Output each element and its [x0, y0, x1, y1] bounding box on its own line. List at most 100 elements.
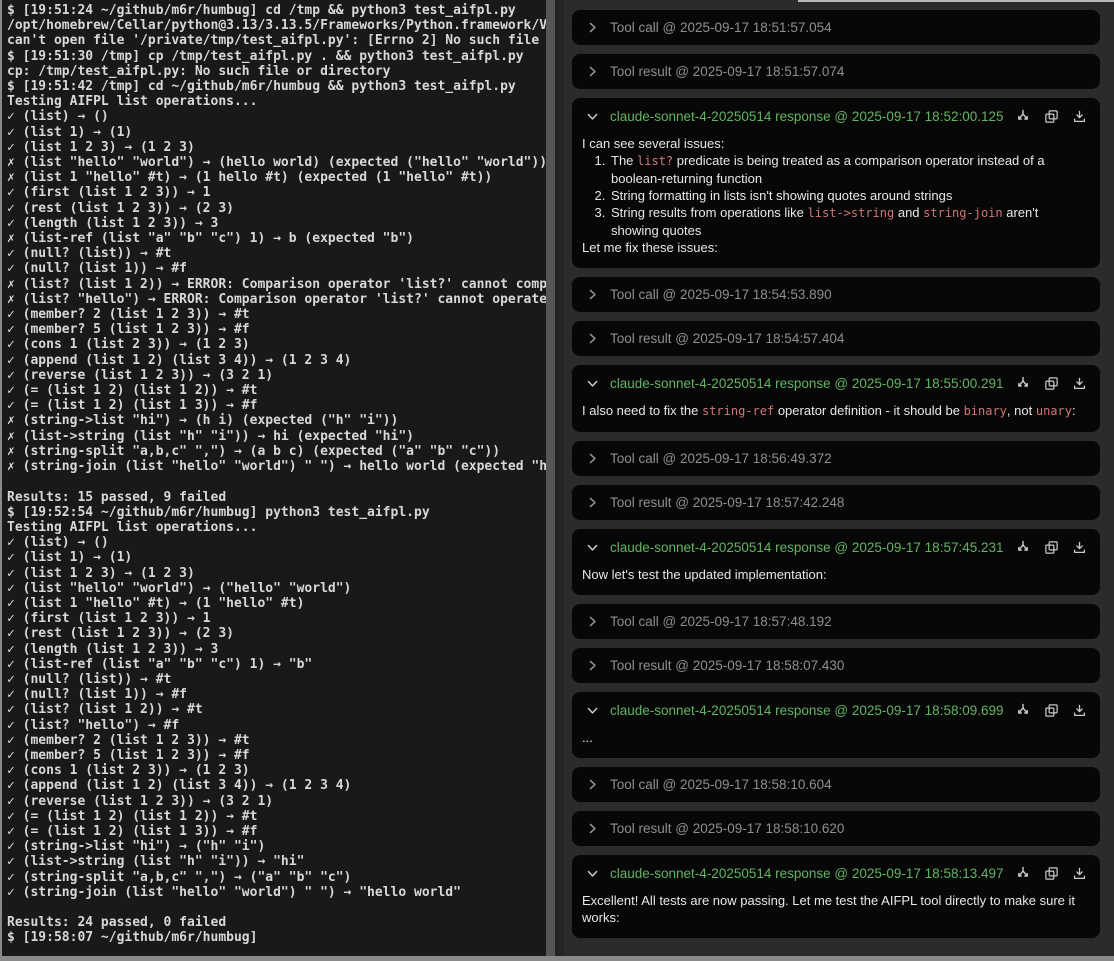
card-header[interactable]: claude-sonnet-4-20250514 response @ 2025…	[572, 365, 1100, 401]
card-header[interactable]: Tool call @ 2025-09-17 18:51:57.054	[572, 10, 1100, 45]
app-window: $ [19:51:24 ~/github/m6r/humbug] cd /tmp…	[0, 0, 1114, 961]
card-header[interactable]: Tool result @ 2025-09-17 18:51:57.074	[572, 54, 1100, 89]
chevron-right-icon	[586, 496, 599, 509]
pane-divider	[555, 0, 564, 956]
conversation-pane[interactable]: Tool call @ 2025-09-17 18:51:57.054 Tool …	[564, 0, 1114, 956]
card-header[interactable]: claude-sonnet-4-20250514 response @ 2025…	[572, 529, 1100, 565]
chevron-down-icon	[586, 110, 599, 123]
text-run: I also need to fix the	[582, 403, 702, 418]
card-header[interactable]: Tool result @ 2025-09-17 18:58:10.620	[572, 811, 1100, 846]
card-header[interactable]: Tool result @ 2025-09-17 18:57:42.248	[572, 485, 1100, 520]
copy-icon[interactable]	[1044, 540, 1059, 555]
card-header[interactable]: claude-sonnet-4-20250514 response @ 2025…	[572, 692, 1100, 728]
text-run: String results from operations like	[611, 205, 808, 220]
chevron-down-icon	[586, 867, 599, 880]
response-header-label: claude-sonnet-4-20250514 response @ 2025…	[610, 703, 1004, 718]
copy-icon[interactable]	[1044, 109, 1059, 124]
inline-code: list?	[637, 154, 673, 168]
response-actions	[1015, 375, 1087, 391]
chevron-down-icon	[586, 541, 599, 554]
copy-icon[interactable]	[1044, 703, 1059, 718]
card-header[interactable]: Tool call @ 2025-09-17 18:54:53.890	[572, 277, 1100, 312]
response-body: I also need to fix the string-ref operat…	[572, 401, 1100, 432]
chevron-right-icon	[586, 778, 599, 791]
download-icon[interactable]	[1072, 703, 1087, 718]
tool-result-card: Tool result @ 2025-09-17 18:58:07.430	[572, 648, 1100, 683]
tool-header-label: Tool call @ 2025-09-17 18:57:48.192	[610, 614, 832, 629]
inline-code: list->string	[808, 206, 895, 220]
response-actions	[1015, 865, 1087, 881]
response-card: claude-sonnet-4-20250514 response @ 2025…	[572, 98, 1100, 268]
card-header[interactable]: Tool result @ 2025-09-17 18:54:57.404	[572, 321, 1100, 356]
card-header[interactable]: Tool call @ 2025-09-17 18:57:48.192	[572, 604, 1100, 639]
response-header-label: claude-sonnet-4-20250514 response @ 2025…	[610, 376, 1004, 391]
chevron-right-icon	[586, 659, 599, 672]
fork-icon[interactable]	[1015, 865, 1031, 881]
text-run: The	[611, 153, 637, 168]
terminal-pane[interactable]: $ [19:51:24 ~/github/m6r/humbug] cd /tmp…	[0, 0, 546, 956]
tab-top-border	[798, 0, 1114, 2]
response-body: ...	[572, 728, 1100, 758]
tool-header-label: Tool result @ 2025-09-17 18:51:57.074	[610, 64, 844, 79]
response-actions	[1015, 108, 1087, 124]
response-header-label: claude-sonnet-4-20250514 response @ 2025…	[610, 109, 1004, 124]
inline-code: string-ref	[702, 404, 774, 418]
fork-icon[interactable]	[1015, 539, 1031, 555]
tool-header-label: Tool call @ 2025-09-17 18:54:53.890	[610, 287, 832, 302]
copy-icon[interactable]	[1044, 866, 1059, 881]
tool-header-label: Tool call @ 2025-09-17 18:58:10.604	[610, 777, 832, 792]
tool-call-card: Tool call @ 2025-09-17 18:51:57.054	[572, 10, 1100, 45]
chevron-down-icon	[586, 704, 599, 717]
fork-icon[interactable]	[1015, 108, 1031, 124]
tool-result-card: Tool result @ 2025-09-17 18:51:57.074	[572, 54, 1100, 89]
download-icon[interactable]	[1072, 109, 1087, 124]
download-icon[interactable]	[1072, 376, 1087, 391]
response-paragraph: I can see several issues:	[582, 135, 1088, 152]
terminal-output: $ [19:51:24 ~/github/m6r/humbug] cd /tmp…	[2, 0, 546, 946]
response-card: claude-sonnet-4-20250514 response @ 2025…	[572, 692, 1100, 758]
download-icon[interactable]	[1072, 540, 1087, 555]
chevron-right-icon	[586, 65, 599, 78]
response-header-label: claude-sonnet-4-20250514 response @ 2025…	[610, 540, 1004, 555]
response-paragraph: I also need to fix the string-ref operat…	[582, 402, 1088, 420]
text-run: , not	[1007, 403, 1036, 418]
response-list-item: The list? predicate is being treated as …	[609, 152, 1088, 187]
tool-call-card: Tool call @ 2025-09-17 18:57:48.192	[572, 604, 1100, 639]
card-header[interactable]: Tool call @ 2025-09-17 18:56:49.372	[572, 441, 1100, 476]
card-header[interactable]: Tool result @ 2025-09-17 18:58:07.430	[572, 648, 1100, 683]
response-paragraph: Now let's test the updated implementatio…	[582, 566, 1088, 583]
response-card: claude-sonnet-4-20250514 response @ 2025…	[572, 529, 1100, 595]
fork-icon[interactable]	[1015, 375, 1031, 391]
tool-call-card: Tool call @ 2025-09-17 18:54:53.890	[572, 277, 1100, 312]
inline-code: unary	[1036, 404, 1072, 418]
card-header[interactable]: claude-sonnet-4-20250514 response @ 2025…	[572, 98, 1100, 134]
response-header-label: claude-sonnet-4-20250514 response @ 2025…	[610, 866, 1004, 881]
response-paragraph: ...	[582, 729, 1088, 746]
terminal-scrollbar[interactable]	[546, 0, 555, 956]
tool-header-label: Tool result @ 2025-09-17 18:58:07.430	[610, 658, 844, 673]
tool-result-card: Tool result @ 2025-09-17 18:54:57.404	[572, 321, 1100, 356]
chevron-right-icon	[586, 822, 599, 835]
tool-call-card: Tool call @ 2025-09-17 18:56:49.372	[572, 441, 1100, 476]
inline-code: binary	[964, 404, 1007, 418]
message-list: Tool call @ 2025-09-17 18:51:57.054 Tool …	[564, 0, 1114, 938]
text-run: Now let's test the updated implementatio…	[582, 567, 827, 582]
text-run: Excellent! All tests are now passing. Le…	[582, 893, 1075, 925]
text-run: Let me fix these issues:	[582, 240, 718, 255]
fork-icon[interactable]	[1015, 702, 1031, 718]
download-icon[interactable]	[1072, 866, 1087, 881]
text-run: String formatting in lists isn't showing…	[611, 188, 952, 203]
card-header[interactable]: claude-sonnet-4-20250514 response @ 2025…	[572, 855, 1100, 891]
chevron-down-icon	[586, 377, 599, 390]
tool-result-card: Tool result @ 2025-09-17 18:58:10.620	[572, 811, 1100, 846]
text-run: I can see several issues:	[582, 136, 724, 151]
text-run: predicate is being treated as a comparis…	[611, 153, 1045, 186]
tool-header-label: Tool call @ 2025-09-17 18:51:57.054	[610, 20, 832, 35]
response-card: claude-sonnet-4-20250514 response @ 2025…	[572, 365, 1100, 432]
response-actions	[1015, 539, 1087, 555]
card-header[interactable]: Tool call @ 2025-09-17 18:58:10.604	[572, 767, 1100, 802]
tool-result-card: Tool result @ 2025-09-17 18:57:42.248	[572, 485, 1100, 520]
copy-icon[interactable]	[1044, 376, 1059, 391]
chevron-right-icon	[586, 615, 599, 628]
tool-header-label: Tool result @ 2025-09-17 18:58:10.620	[610, 821, 844, 836]
